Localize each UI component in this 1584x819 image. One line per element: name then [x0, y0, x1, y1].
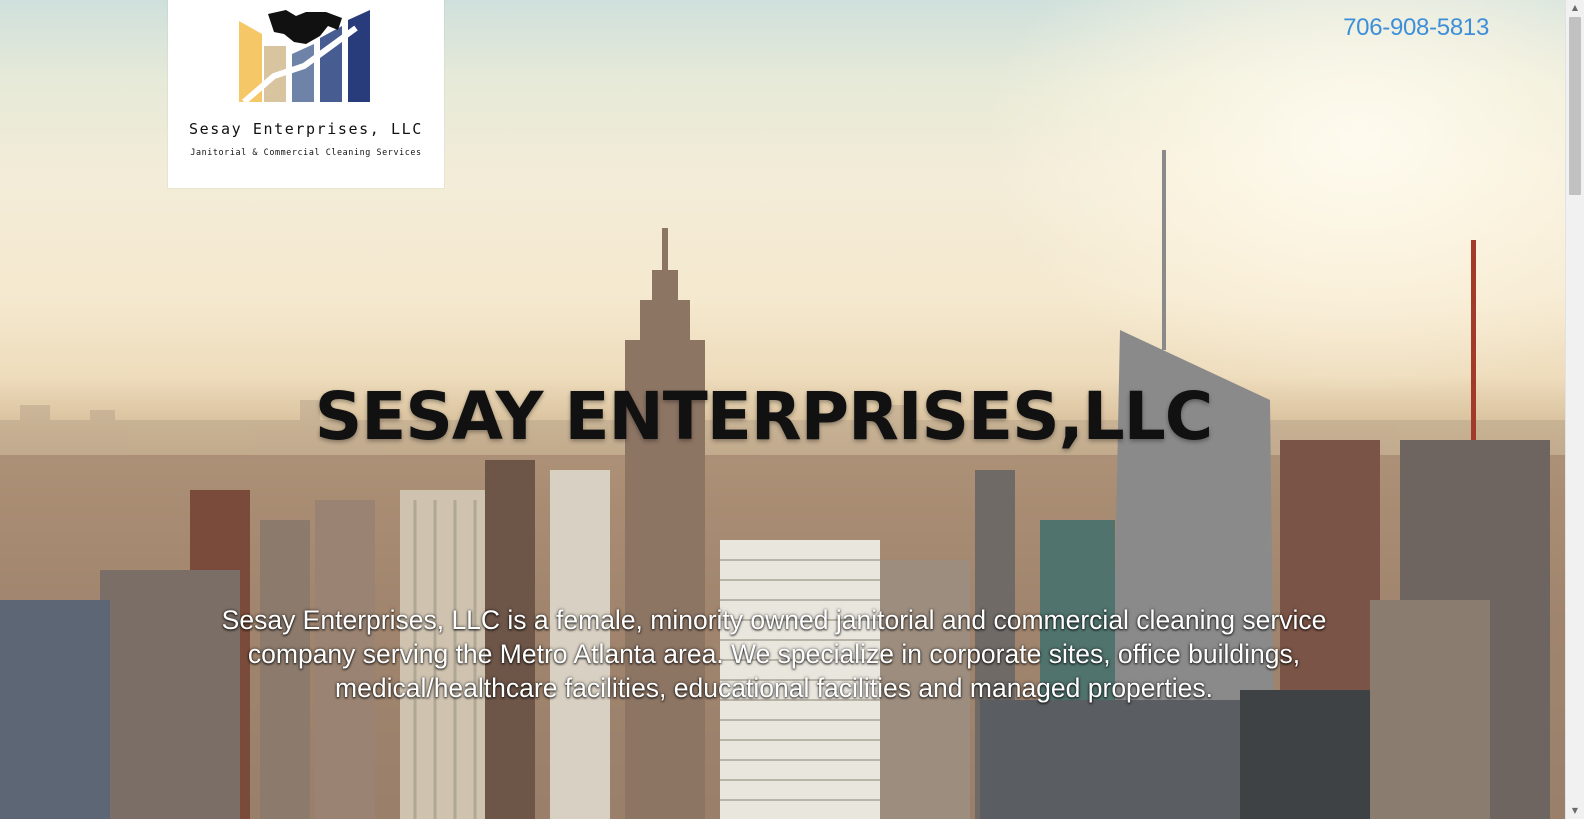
company-description: Sesay Enterprises, LLC is a female, mino… — [221, 605, 1327, 703]
company-logo[interactable]: Sesay Enterprises, LLC Janitorial & Comm… — [168, 0, 444, 188]
vertical-scrollbar[interactable]: ▲ ▼ — [1565, 0, 1584, 819]
scroll-up-arrow-icon[interactable]: ▲ — [1566, 0, 1584, 16]
phone-link[interactable]: 706-908-5813 — [1343, 14, 1489, 42]
logo-company-name: Sesay Enterprises, LLC — [189, 120, 423, 138]
scroll-down-arrow-icon[interactable]: ▼ — [1566, 803, 1584, 819]
page-title: SESAY ENTERPRISES,LLC — [314, 378, 1213, 455]
handshake-icon — [239, 10, 370, 105]
page: Sesay Enterprises, LLC Janitorial & Comm… — [0, 0, 1584, 819]
scrollbar-thumb[interactable] — [1569, 17, 1581, 195]
logo-tagline: Janitorial & Commercial Cleaning Service… — [190, 147, 422, 157]
